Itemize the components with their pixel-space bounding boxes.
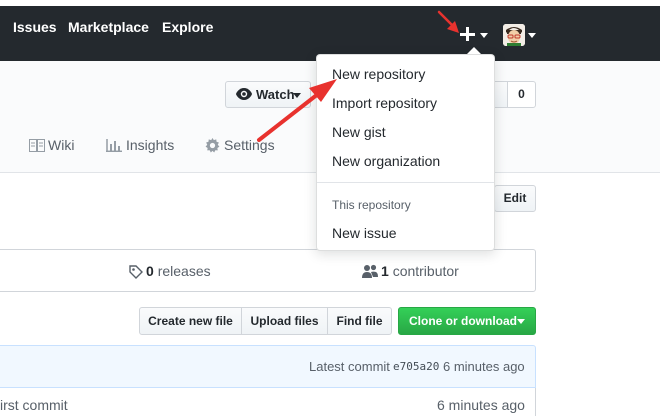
clone-label: Clone or download (409, 314, 517, 328)
tab-settings[interactable]: Settings (224, 137, 275, 153)
tab-insights[interactable]: Insights (126, 137, 174, 153)
gear-icon (205, 138, 220, 153)
watch-caret-icon (293, 93, 301, 98)
dropdown-pointer (467, 47, 481, 54)
upload-files-button[interactable]: Upload files (241, 307, 328, 335)
menu-item-import-repository[interactable]: Import repository (332, 95, 437, 111)
clone-or-download-button[interactable]: Clone or download (398, 307, 536, 335)
menu-item-new-organization[interactable]: New organization (332, 153, 440, 169)
create-new-file-button[interactable]: Create new file (139, 307, 242, 335)
contributors-count: 1 (381, 263, 389, 279)
star-count[interactable]: 0 (507, 81, 536, 108)
book-icon (29, 139, 45, 152)
watch-label: Watch (256, 87, 295, 102)
commit-message[interactable]: irst commit (0, 397, 68, 413)
eye-icon (236, 88, 252, 100)
caret-down-icon (480, 33, 488, 38)
nav-explore[interactable]: Explore (162, 19, 213, 35)
file-row-time: 6 minutes ago (437, 397, 525, 413)
nav-marketplace[interactable]: Marketplace (68, 19, 149, 35)
menu-divider (317, 182, 494, 183)
people-icon (362, 264, 378, 278)
releases-stat[interactable]: 0 releases (146, 263, 211, 279)
latest-commit-label: Latest commit (309, 359, 390, 374)
nav-issues[interactable]: Issues (13, 19, 57, 35)
graph-icon (106, 139, 122, 152)
avatar-caret-icon[interactable] (528, 33, 536, 38)
create-new-button[interactable] (459, 24, 489, 44)
commit-time: 6 minutes ago (443, 359, 525, 374)
watch-button[interactable]: Watch (225, 81, 311, 108)
contributors-stat[interactable]: 1 contributor (381, 263, 459, 279)
tab-wiki[interactable]: Wiki (48, 137, 74, 153)
menu-item-new-repository[interactable]: New repository (332, 66, 425, 82)
find-file-button[interactable]: Find file (327, 307, 392, 335)
contributors-label: contributor (392, 263, 459, 279)
commit-sha[interactable]: e705a20 (393, 360, 439, 373)
menu-item-new-gist[interactable]: New gist (332, 124, 386, 140)
clone-caret-icon (517, 319, 525, 324)
avatar[interactable] (503, 24, 525, 46)
menu-section-header: This repository (332, 198, 411, 212)
menu-item-new-issue[interactable]: New issue (332, 225, 397, 241)
tag-icon (129, 265, 143, 279)
releases-label: releases (157, 263, 211, 279)
edit-button[interactable]: Edit (494, 185, 536, 212)
releases-count: 0 (146, 263, 154, 279)
